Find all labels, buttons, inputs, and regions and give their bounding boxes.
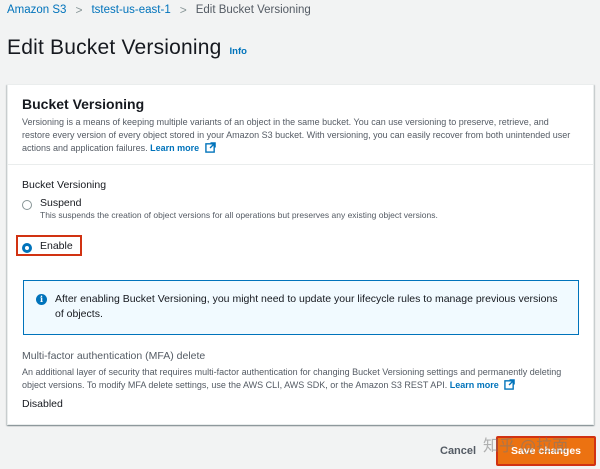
info-link[interactable]: Info — [230, 46, 247, 57]
breadcrumb-separator: > — [75, 3, 83, 17]
breadcrumb: Amazon S3 > tstest-us-east-1 > Edit Buck… — [7, 2, 311, 18]
panel-title: Bucket Versioning — [22, 96, 145, 112]
mfa-status-value: Disabled — [22, 398, 63, 410]
versioning-field-label: Bucket Versioning — [22, 179, 107, 191]
breadcrumb-separator: > — [179, 3, 187, 17]
suspend-radio[interactable] — [22, 200, 32, 210]
external-link-icon[interactable] — [504, 379, 516, 390]
external-link-icon[interactable] — [204, 142, 216, 153]
suspend-label: Suspend — [40, 197, 82, 209]
breadcrumb-bucket[interactable]: tstest-us-east-1 — [91, 4, 170, 16]
mfa-description: An additional layer of security that req… — [22, 366, 582, 392]
panel-header: Bucket Versioning Versioning is a means … — [8, 85, 593, 165]
enable-option[interactable]: Enable — [22, 240, 73, 253]
cancel-button[interactable]: Cancel — [440, 445, 476, 457]
breadcrumb-amazon-s3[interactable]: Amazon S3 — [7, 4, 66, 16]
alert-text: After enabling Bucket Versioning, you mi… — [55, 293, 558, 320]
info-alert: i After enabling Bucket Versioning, you … — [23, 280, 579, 335]
page-title: Edit Bucket Versioning — [7, 36, 222, 59]
suspend-description: This suspends the creation of object ver… — [40, 210, 438, 220]
save-changes-button[interactable]: Save changes — [496, 436, 596, 466]
enable-label: Enable — [40, 240, 73, 252]
panel-description: Versioning is a means of keeping multipl… — [22, 116, 579, 155]
bucket-versioning-panel: Bucket Versioning Versioning is a means … — [7, 84, 594, 425]
panel-description-text: Versioning is a means of keeping multipl… — [22, 117, 571, 153]
mfa-learn-more-link[interactable]: Learn more — [450, 380, 499, 390]
breadcrumb-current: Edit Bucket Versioning — [195, 4, 311, 16]
info-icon: i — [36, 294, 47, 305]
page-header: Edit Bucket Versioning Info — [7, 36, 247, 60]
learn-more-link[interactable]: Learn more — [150, 143, 199, 153]
suspend-option[interactable]: Suspend This suspends the creation of ob… — [22, 197, 440, 221]
mfa-title: Multi-factor authentication (MFA) delete — [22, 350, 206, 362]
enable-radio[interactable] — [22, 243, 32, 253]
